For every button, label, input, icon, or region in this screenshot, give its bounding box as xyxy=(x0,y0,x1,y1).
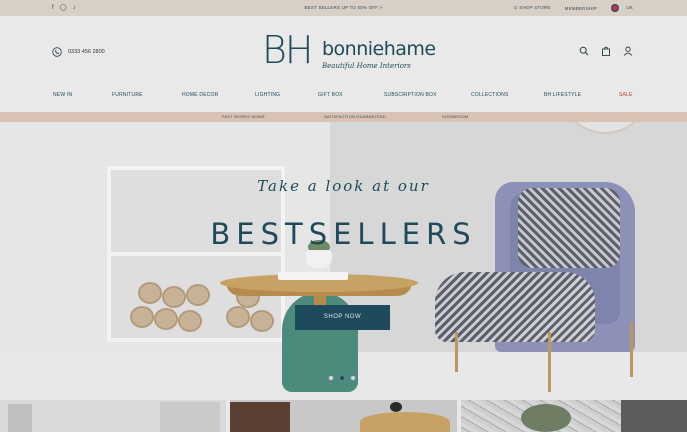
shop-now-button[interactable]: SHOP NOW xyxy=(295,305,390,330)
locale-selector[interactable]: UK xyxy=(610,4,633,12)
slider-dot[interactable] xyxy=(350,375,356,381)
hero-title: BESTSELLERS xyxy=(210,217,477,251)
phone-icon xyxy=(52,47,62,57)
brand-logo[interactable]: BH bonniehame Beautiful Home Interiors xyxy=(262,28,436,76)
slider-dots xyxy=(328,375,356,381)
main-nav: NEW IN FURNITURE HOME DECOR LIGHTING GIF… xyxy=(0,84,687,112)
nav-new-in[interactable]: NEW IN xyxy=(53,92,72,98)
logo-tagline: Beautiful Home Interiors xyxy=(322,62,411,70)
uk-flag-icon xyxy=(610,4,619,12)
logo-mark: BH xyxy=(262,28,313,72)
chair-leg xyxy=(630,322,633,377)
hero-script-heading: Take a look at our xyxy=(257,177,430,195)
plant-pot xyxy=(306,250,332,268)
header-actions xyxy=(579,46,633,56)
category-tile[interactable] xyxy=(230,400,457,432)
nav-furniture[interactable]: FURNITURE xyxy=(112,92,143,98)
phone-number: 0333 456 2800 xyxy=(68,49,105,55)
nav-lighting[interactable]: LIGHTING xyxy=(255,92,280,98)
strip-item-delivery: FAST WORKS NOWS xyxy=(222,114,265,119)
slider-dot[interactable] xyxy=(328,375,334,381)
strip-item-showroom[interactable]: SHOWROOM xyxy=(442,114,469,119)
top-bar: f ◯ ♪ BEST SELLERS UP TO 50% OFF > ⊙ SHO… xyxy=(0,0,687,16)
hero-banner: Take a look at our BESTSELLERS SHOP NOW xyxy=(0,122,687,398)
locale-label: UK xyxy=(626,5,633,11)
category-tile[interactable] xyxy=(0,400,227,432)
site-header: 0333 456 2800 BH bonniehame Beautiful Ho… xyxy=(0,16,687,84)
top-links: ⊙ SHOP STORE MEMBERSHIP UK xyxy=(514,4,633,12)
armchair-seat xyxy=(435,272,595,342)
bag-icon[interactable] xyxy=(601,46,611,56)
store-link[interactable]: ⊙ SHOP STORE xyxy=(514,5,551,11)
strip-item-guarantee: SATISFACTION GUARANTEED xyxy=(324,114,387,119)
chair-leg xyxy=(548,332,551,392)
category-tiles xyxy=(0,400,687,432)
search-icon[interactable] xyxy=(579,46,589,56)
category-tile[interactable] xyxy=(460,400,687,432)
nav-bh-lifestyle[interactable]: BH LIFESTYLE xyxy=(544,92,581,98)
chair-leg xyxy=(455,332,458,372)
nav-collections[interactable]: COLLECTIONS xyxy=(471,92,509,98)
nav-home-decor[interactable]: HOME DECOR xyxy=(182,92,218,98)
nav-sale[interactable]: SALE xyxy=(619,92,633,98)
logo-name: bonniehame xyxy=(322,38,436,60)
tray-image xyxy=(278,272,348,280)
info-strip: FAST WORKS NOWS SATISFACTION GUARANTEED … xyxy=(0,112,687,122)
slider-dot-active[interactable] xyxy=(339,375,345,381)
membership-link[interactable]: MEMBERSHIP xyxy=(565,6,597,11)
nav-subscription-box[interactable]: SUBSCRIPTION BOX xyxy=(384,92,437,98)
phone-link[interactable]: 0333 456 2800 xyxy=(52,47,105,57)
nav-gift-box[interactable]: GIFT BOX xyxy=(318,92,343,98)
account-icon[interactable] xyxy=(623,46,633,56)
page: f ◯ ♪ BEST SELLERS UP TO 50% OFF > ⊙ SHO… xyxy=(0,0,687,432)
